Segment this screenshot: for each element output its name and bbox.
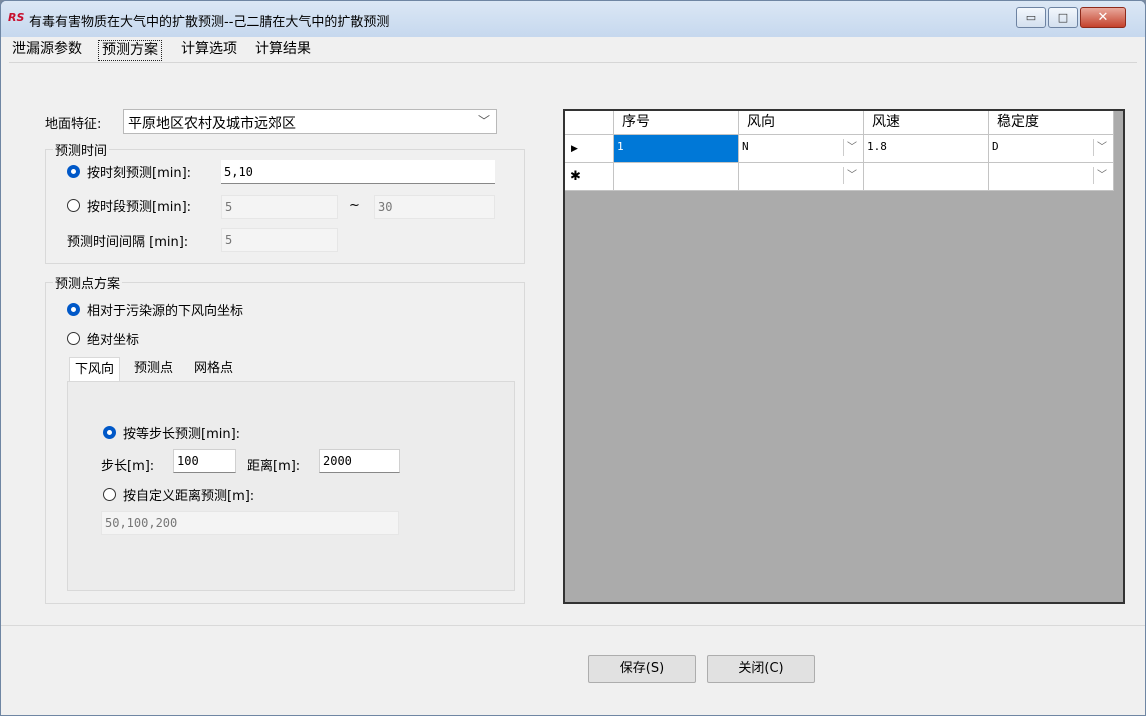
header-direction[interactable]: 风向 bbox=[739, 111, 864, 135]
app-icon: RS bbox=[8, 11, 25, 24]
chevron-down-icon[interactable]: ﹀ bbox=[843, 139, 860, 156]
custom-distance-radio[interactable] bbox=[103, 488, 116, 501]
by-period-radio[interactable] bbox=[67, 199, 80, 212]
period-separator: ~ bbox=[349, 198, 360, 213]
new-row-icon[interactable]: ✱ bbox=[565, 163, 614, 191]
close-button[interactable]: 关闭(C) bbox=[707, 655, 815, 683]
maximize-button[interactable]: □ bbox=[1048, 7, 1078, 28]
header-speed[interactable]: 风速 bbox=[864, 111, 989, 135]
main-window: RS 有毒有害物质在大气中的扩散预测--己二腈在大气中的扩散预测 ▭ □ ✕ 泄… bbox=[0, 0, 1146, 716]
close-window-button[interactable]: ✕ bbox=[1080, 7, 1126, 28]
custom-distance-label: 按自定义距离预测[m]: bbox=[123, 489, 255, 504]
ground-feature-label: 地面特征: bbox=[45, 117, 102, 132]
row-pointer-icon[interactable]: ▶ bbox=[565, 135, 614, 163]
new-cell-stability[interactable]: ﹀ bbox=[989, 163, 1114, 191]
tab-prediction-plan[interactable]: 预测方案 bbox=[98, 40, 162, 61]
cell-direction-value: N bbox=[742, 140, 749, 153]
point-subtabs: 下风向 预测点 网格点 bbox=[67, 357, 517, 383]
grid-corner bbox=[565, 111, 614, 135]
distance-input[interactable] bbox=[319, 449, 400, 473]
by-moment-input[interactable] bbox=[221, 160, 495, 184]
footer-divider bbox=[1, 625, 1145, 626]
cell-stability[interactable]: D ﹀ bbox=[989, 135, 1114, 163]
wind-data-grid[interactable]: 序号 风向 风速 稳定度 ▶ 1 N ﹀ 1.8 D ﹀ ✱ ﹀ ﹀ bbox=[563, 109, 1125, 604]
absolute-coord-label: 绝对坐标 bbox=[87, 333, 140, 348]
save-button[interactable]: 保存(S) bbox=[588, 655, 696, 683]
step-label: 步长[m]: bbox=[101, 459, 155, 474]
cell-direction[interactable]: N ﹀ bbox=[739, 135, 864, 163]
tab-leak-source[interactable]: 泄漏源参数 bbox=[9, 39, 85, 60]
by-period-label: 按时段预测[min]: bbox=[87, 200, 192, 215]
chevron-down-icon[interactable]: ﹀ bbox=[1093, 167, 1110, 184]
subtab-downwind[interactable]: 下风向 bbox=[69, 357, 121, 382]
header-no[interactable]: 序号 bbox=[614, 111, 739, 135]
new-cell-direction[interactable]: ﹀ bbox=[739, 163, 864, 191]
period-end-input[interactable] bbox=[374, 195, 495, 219]
minimize-icon: ▭ bbox=[1025, 11, 1037, 24]
tab-calc-results[interactable]: 计算结果 bbox=[252, 39, 314, 60]
chevron-down-icon: ﹀ bbox=[477, 114, 490, 128]
new-cell-speed[interactable] bbox=[864, 163, 989, 191]
relative-coord-label: 相对于污染源的下风向坐标 bbox=[87, 304, 244, 319]
tab-calc-options[interactable]: 计算选项 bbox=[178, 39, 240, 60]
by-moment-label: 按时刻预测[min]: bbox=[87, 166, 192, 181]
ground-feature-select[interactable]: 平原地区农村及城市远郊区 ﹀ bbox=[123, 109, 497, 134]
chevron-down-icon[interactable]: ﹀ bbox=[1093, 139, 1110, 156]
header-stability[interactable]: 稳定度 bbox=[989, 111, 1114, 135]
subtab-grid-points[interactable]: 网格点 bbox=[189, 357, 238, 381]
close-icon: ✕ bbox=[1097, 10, 1109, 25]
interval-label: 预测时间间隔 [min]: bbox=[67, 235, 189, 250]
by-moment-radio[interactable] bbox=[67, 165, 80, 178]
absolute-coord-radio[interactable] bbox=[67, 332, 80, 345]
cell-speed[interactable]: 1.8 bbox=[864, 135, 989, 163]
prediction-time-title: 预测时间 bbox=[53, 140, 110, 159]
relative-coord-radio[interactable] bbox=[67, 303, 80, 316]
distance-label: 距离[m]: bbox=[247, 459, 301, 474]
prediction-point-title: 预测点方案 bbox=[53, 273, 123, 292]
step-input[interactable] bbox=[173, 449, 236, 473]
equal-step-radio[interactable] bbox=[103, 426, 116, 439]
chevron-down-icon[interactable]: ﹀ bbox=[843, 167, 860, 184]
interval-input[interactable] bbox=[221, 228, 338, 252]
period-start-input[interactable] bbox=[221, 195, 338, 219]
cell-stability-value: D bbox=[992, 140, 999, 153]
equal-step-label: 按等步长预测[min]: bbox=[123, 427, 241, 442]
new-cell-no[interactable] bbox=[614, 163, 739, 191]
window-title: 有毒有害物质在大气中的扩散预测--己二腈在大气中的扩散预测 bbox=[29, 15, 390, 30]
custom-distance-input[interactable] bbox=[101, 511, 399, 535]
minimize-button[interactable]: ▭ bbox=[1016, 7, 1046, 28]
title-bar: RS 有毒有害物质在大气中的扩散预测--己二腈在大气中的扩散预测 ▭ □ ✕ bbox=[1, 1, 1145, 37]
ground-feature-value: 平原地区农村及城市远郊区 bbox=[128, 116, 296, 132]
cell-no[interactable]: 1 bbox=[614, 135, 739, 163]
maximize-icon: □ bbox=[1057, 11, 1069, 24]
subtab-prediction-points[interactable]: 预测点 bbox=[129, 357, 178, 381]
